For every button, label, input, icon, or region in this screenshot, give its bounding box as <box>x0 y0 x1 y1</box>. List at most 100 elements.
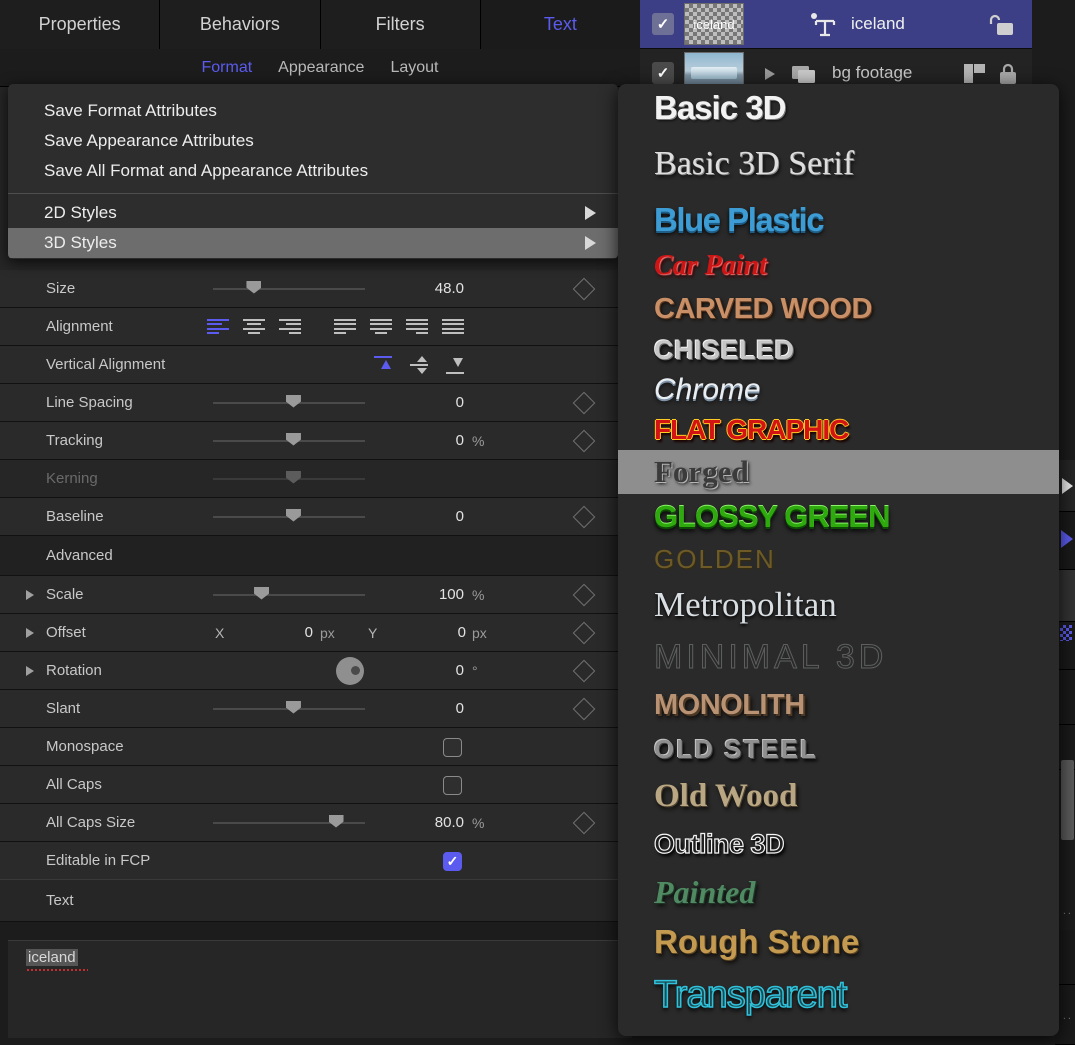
style-item-minimal-3d[interactable]: MINIMAL 3D <box>618 631 1059 683</box>
style-item-car-paint[interactable]: Car Paint <box>618 244 1059 288</box>
layer-visibility-checkbox-bg-footage[interactable]: ✓ <box>652 62 674 84</box>
style-item-rough-stone[interactable]: Rough Stone <box>618 917 1059 967</box>
group-flag-icon[interactable] <box>964 64 986 84</box>
valign-middle-icon[interactable] <box>408 356 430 374</box>
style-item-monolith[interactable]: MONOLITH <box>618 683 1059 727</box>
vertical-scrollbar-thumb[interactable] <box>1061 760 1074 840</box>
text-entry-value[interactable]: iceland <box>26 949 78 966</box>
rotation-value[interactable]: 0 <box>390 662 464 679</box>
justify-center-icon[interactable] <box>370 319 392 334</box>
subtab-appearance[interactable]: Appearance <box>278 59 364 77</box>
monospace-checkbox[interactable] <box>443 738 462 757</box>
offset-x-value[interactable]: 0 <box>245 624 313 641</box>
baseline-keyframe-button[interactable] <box>573 505 596 528</box>
menu-item-3d-styles-label: 3D Styles <box>44 233 117 253</box>
tracking-value[interactable]: 0 <box>390 432 464 449</box>
style-item-old-wood[interactable]: Old Wood <box>618 771 1059 821</box>
style-item-flat-graphic[interactable]: FLAT GRAPHIC <box>618 410 1059 450</box>
style-item-transparent[interactable]: Transparent <box>618 967 1059 1023</box>
style-item-forged[interactable]: Forged <box>618 450 1059 494</box>
text-entry-area[interactable]: iceland <box>8 940 632 1038</box>
row-size[interactable]: Size 48.0 <box>0 270 640 308</box>
row-line-spacing[interactable]: Line Spacing 0 <box>0 384 640 422</box>
scale-disclosure-icon[interactable] <box>26 590 34 600</box>
size-slider[interactable] <box>213 288 365 290</box>
align-right-icon[interactable] <box>279 319 301 334</box>
justify-full-icon[interactable] <box>442 319 464 334</box>
justify-left-icon[interactable] <box>334 319 356 334</box>
group-disclosure-icon[interactable] <box>765 68 775 80</box>
row-editable-in-fcp[interactable]: Editable in FCP <box>0 842 640 880</box>
tab-behaviors[interactable]: Behaviors <box>160 0 320 49</box>
row-monospace[interactable]: Monospace <box>0 728 640 766</box>
tab-properties[interactable]: Properties <box>0 0 160 49</box>
all-caps-size-keyframe-button[interactable] <box>573 811 596 834</box>
line-spacing-keyframe-button[interactable] <box>573 391 596 414</box>
all-caps-size-value[interactable]: 80.0 <box>390 814 464 831</box>
row-baseline[interactable]: Baseline 0 <box>0 498 640 536</box>
row-tracking[interactable]: Tracking 0 % <box>0 422 640 460</box>
style-item-outline-3d[interactable]: Outline 3D <box>618 821 1059 867</box>
menu-item-2d-styles[interactable]: 2D Styles <box>8 198 618 228</box>
tracking-slider[interactable] <box>213 440 365 442</box>
size-value[interactable]: 48.0 <box>390 280 464 297</box>
row-all-caps-size[interactable]: All Caps Size 80.0 % <box>0 804 640 842</box>
row-scale[interactable]: Scale 100 % <box>0 576 640 614</box>
rotation-dial[interactable] <box>336 657 364 685</box>
style-item-painted[interactable]: Painted <box>618 867 1059 917</box>
editable-in-fcp-checkbox[interactable] <box>443 852 462 871</box>
valign-top-icon[interactable] <box>372 356 394 374</box>
layer-visibility-checkbox-iceland[interactable]: ✓ <box>652 13 674 35</box>
offset-keyframe-button[interactable] <box>573 621 596 644</box>
subtab-format[interactable]: Format <box>201 59 252 77</box>
baseline-value[interactable]: 0 <box>390 508 464 525</box>
tab-filters[interactable]: Filters <box>321 0 481 49</box>
all-caps-checkbox[interactable] <box>443 776 462 795</box>
line-spacing-value[interactable]: 0 <box>390 394 464 411</box>
style-item-basic-3d-serif[interactable]: Basic 3D Serif <box>618 132 1059 196</box>
row-advanced-header[interactable]: Advanced <box>0 536 640 576</box>
align-center-icon[interactable] <box>243 319 265 334</box>
tracking-keyframe-button[interactable] <box>573 429 596 452</box>
row-all-caps[interactable]: All Caps <box>0 766 640 804</box>
scale-value[interactable]: 100 <box>390 586 464 603</box>
slant-keyframe-button[interactable] <box>573 697 596 720</box>
style-item-basic-3d[interactable]: Basic 3D <box>618 84 1059 132</box>
baseline-slider[interactable] <box>213 516 365 518</box>
style-item-chrome[interactable]: Chrome <box>618 370 1059 410</box>
style-item-glossy-green[interactable]: GLOSSY GREEN <box>618 494 1059 539</box>
row-rotation[interactable]: Rotation 0 ° <box>0 652 640 690</box>
lock-icon[interactable] <box>998 63 1018 85</box>
unlock-icon[interactable] <box>988 14 1014 36</box>
menu-item-save-appearance-attributes[interactable]: Save Appearance Attributes <box>8 126 618 156</box>
style-item-carved-wood[interactable]: CARVED WOOD <box>618 288 1059 330</box>
style-item-golden[interactable]: GOLDEN <box>618 539 1059 579</box>
offset-y-value[interactable]: 0 <box>398 624 466 641</box>
slant-value[interactable]: 0 <box>390 700 464 717</box>
tab-text[interactable]: Text <box>481 0 640 49</box>
menu-item-save-format-attributes[interactable]: Save Format Attributes <box>8 96 618 126</box>
slant-slider[interactable] <box>213 708 365 710</box>
menu-item-3d-styles[interactable]: 3D Styles <box>8 228 618 258</box>
layer-row-iceland[interactable]: ✓ iceland iceland <box>640 0 1032 49</box>
justify-right-icon[interactable] <box>406 319 428 334</box>
style-item-metropolitan[interactable]: Metropolitan <box>618 579 1059 631</box>
style-item-old-steel[interactable]: OLD STEEL <box>618 727 1059 771</box>
offset-disclosure-icon[interactable] <box>26 628 34 638</box>
row-text-header: Text <box>0 880 640 922</box>
rotation-disclosure-icon[interactable] <box>26 666 34 676</box>
line-spacing-slider[interactable] <box>213 402 365 404</box>
row-slant[interactable]: Slant 0 <box>0 690 640 728</box>
menu-item-save-all-attributes[interactable]: Save All Format and Appearance Attribute… <box>8 156 618 186</box>
valign-bottom-icon[interactable] <box>444 356 466 374</box>
all-caps-size-slider[interactable] <box>213 822 365 824</box>
align-left-icon[interactable] <box>207 319 229 334</box>
row-offset[interactable]: Offset X 0 px Y 0 px <box>0 614 640 652</box>
scale-slider[interactable] <box>213 594 365 596</box>
rotation-keyframe-button[interactable] <box>573 659 596 682</box>
size-keyframe-button[interactable] <box>573 277 596 300</box>
scale-keyframe-button[interactable] <box>573 583 596 606</box>
subtab-layout[interactable]: Layout <box>390 59 438 77</box>
style-item-blue-plastic[interactable]: Blue Plastic <box>618 196 1059 244</box>
style-item-chiseled[interactable]: CHISELED <box>618 330 1059 370</box>
